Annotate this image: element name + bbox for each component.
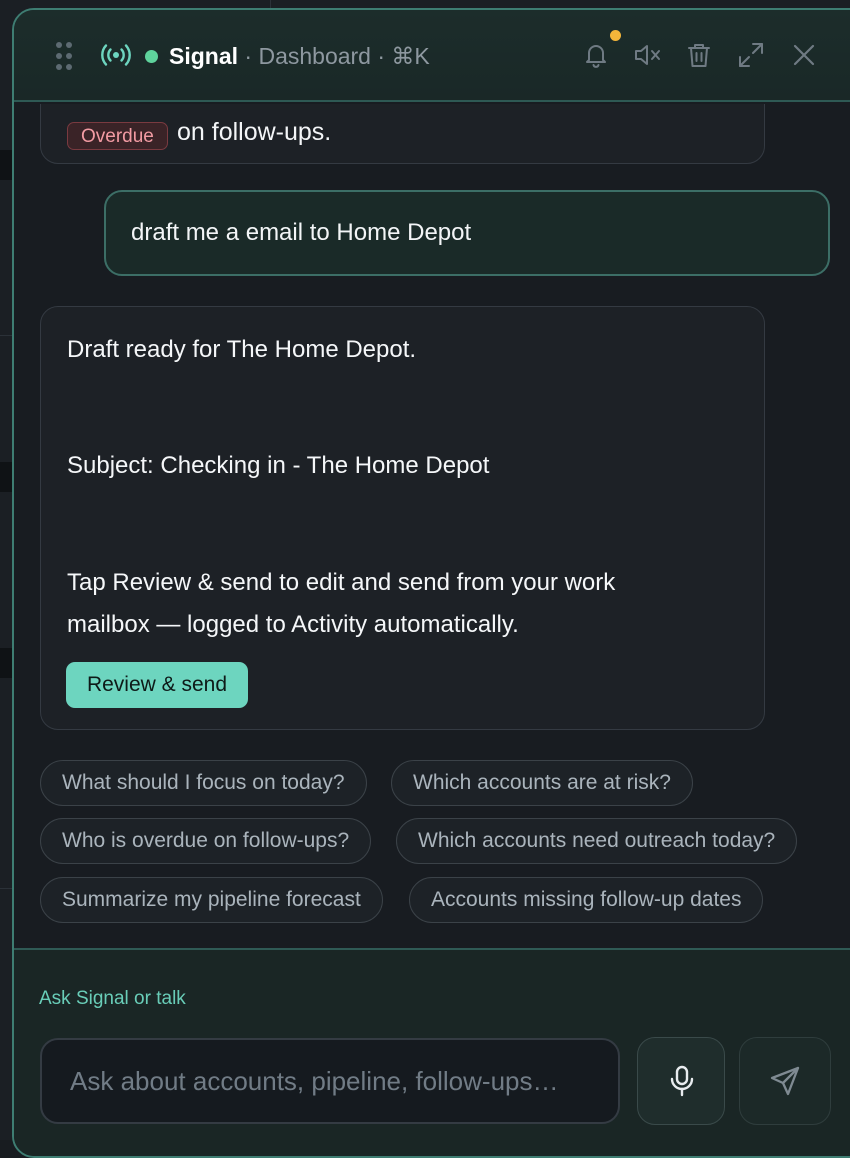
send-button[interactable] xyxy=(739,1037,831,1125)
mute-icon[interactable] xyxy=(632,40,662,70)
app-name: Signal xyxy=(169,43,239,69)
close-icon[interactable] xyxy=(789,40,819,70)
composer: Ask Signal or talk xyxy=(14,948,850,1156)
assistant-message: Overdue on follow-ups. xyxy=(40,104,765,164)
live-status-dot xyxy=(145,50,158,63)
background-row xyxy=(0,150,12,180)
notification-badge xyxy=(610,30,621,41)
background-row xyxy=(0,462,12,492)
suggestion-chip[interactable]: Summarize my pipeline forecast xyxy=(40,877,383,923)
trash-icon[interactable] xyxy=(684,40,714,70)
expand-icon[interactable] xyxy=(736,40,766,70)
draft-instructions-text: mailbox — logged to Activity automatical… xyxy=(67,611,519,638)
header-title: Signal · Dashboard · ⌘K xyxy=(169,43,430,71)
suggestion-chip[interactable]: Who is overdue on follow-ups? xyxy=(40,818,372,864)
suggestion-chip[interactable]: Which accounts are at risk? xyxy=(391,760,693,806)
microphone-icon xyxy=(670,1065,694,1097)
signal-assistant-panel: Signal · Dashboard · ⌘K Overdue on follo… xyxy=(12,8,850,1158)
suggestion-chip[interactable]: What should I focus on today? xyxy=(40,760,367,806)
message-last-line: Overdue on follow-ups. xyxy=(41,117,764,157)
background-divider xyxy=(0,888,12,889)
suggestion-chip[interactable]: Accounts missing follow-up dates xyxy=(409,877,764,923)
suggestion-chip[interactable]: Which accounts need outreach today? xyxy=(396,818,798,864)
review-and-send-button[interactable]: Review & send xyxy=(66,662,248,708)
draft-instructions-text: Tap Review & send to edit and send from … xyxy=(67,569,616,596)
background-divider xyxy=(0,335,12,336)
panel-header: Signal · Dashboard · ⌘K xyxy=(14,10,850,102)
background-row xyxy=(0,648,12,678)
bell-icon[interactable] xyxy=(581,40,611,70)
send-icon xyxy=(770,1066,800,1096)
message-text: on follow-ups. xyxy=(177,118,332,146)
message-input[interactable] xyxy=(70,1040,600,1122)
broadcast-icon xyxy=(101,44,131,66)
draft-status-text: Draft ready for The Home Depot. xyxy=(67,336,417,363)
drag-handle-icon[interactable] xyxy=(56,42,72,70)
chat-thread[interactable]: Overdue on follow-ups. draft me a email … xyxy=(14,104,850,948)
assistant-draft-message: Draft ready for The Home Depot. Subject:… xyxy=(40,306,765,730)
user-message: draft me a email to Home Depot xyxy=(104,190,830,276)
microphone-button[interactable] xyxy=(637,1037,725,1125)
overdue-badge: Overdue xyxy=(67,122,168,150)
composer-label: Ask Signal or talk xyxy=(39,988,186,1009)
draft-subject-text: Subject: Checking in - The Home Depot xyxy=(67,452,490,479)
header-subtitle: · Dashboard · ⌘K xyxy=(238,43,430,69)
message-input-box[interactable] xyxy=(40,1038,620,1124)
